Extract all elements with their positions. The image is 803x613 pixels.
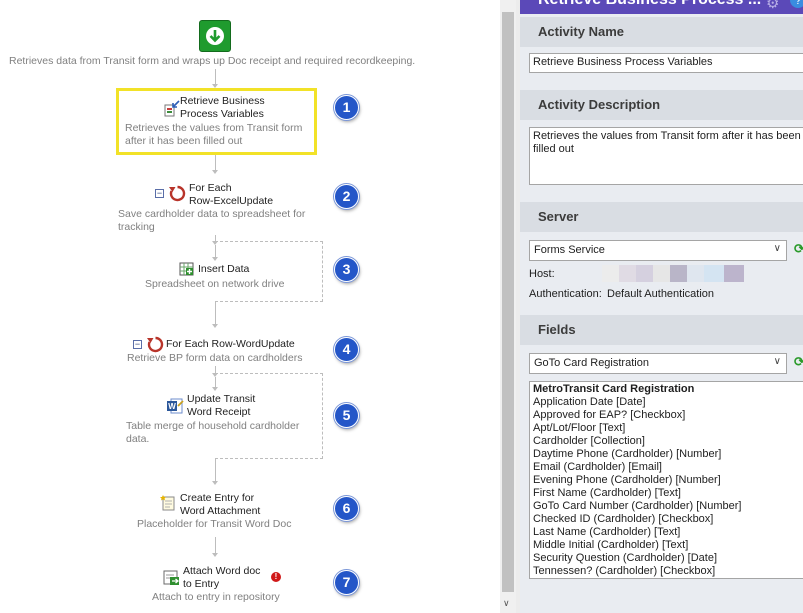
activity-retrieve-business-process-variables[interactable]: Retrieve Business Process Variables Retr… xyxy=(116,88,317,155)
activity-title[interactable]: For Each Row-WordUpdate xyxy=(166,338,295,351)
scrollbar-thumb[interactable] xyxy=(502,12,514,592)
help-icon[interactable]: ? xyxy=(790,0,803,8)
properties-panel: Retrieve Business Process ... ⚙ ? Activi… xyxy=(520,0,803,613)
activity-title[interactable]: Word Receipt xyxy=(187,406,250,419)
activity-description: data. xyxy=(126,433,150,445)
activity-description: after it has been filled out xyxy=(125,135,243,147)
server-heading: Server xyxy=(520,202,803,232)
fields-heading: Fields xyxy=(520,315,803,345)
fields-list-title[interactable]: MetroTransit Card Registration xyxy=(533,383,803,396)
step-badge-4: 4 xyxy=(334,337,359,362)
host-label: Host: xyxy=(529,268,555,280)
host-value-redacted xyxy=(602,265,744,282)
start-icon[interactable] xyxy=(199,20,231,52)
list-item[interactable]: Middle Initial (Cardholder) [Text] xyxy=(533,539,803,552)
step-badge-2: 2 xyxy=(334,184,359,209)
retrieve-variables-icon xyxy=(164,100,180,117)
activity-description: Attach to entry in repository xyxy=(152,591,280,603)
fields-list[interactable]: MetroTransit Card Registration Applicati… xyxy=(529,381,803,579)
start-description: Retrieves data from Transit form and wra… xyxy=(9,55,416,67)
step-badge-5: 5 xyxy=(334,403,359,428)
server-select-value: Forms Service xyxy=(534,244,605,256)
activity-title: Retrieve Business xyxy=(180,95,265,107)
activity-title[interactable]: Attach Word doc xyxy=(183,565,260,578)
list-item[interactable]: Email (Cardholder) [Email] xyxy=(533,461,803,474)
refresh-icon[interactable]: ⟳ xyxy=(794,354,803,370)
activity-description: tracking xyxy=(118,221,155,233)
list-item[interactable]: Application Date [Date] xyxy=(533,396,803,409)
chevron-down-icon: ∨ xyxy=(773,356,781,367)
list-item[interactable]: Checked ID (Cardholder) [Checkbox] xyxy=(533,513,803,526)
attach-document-icon xyxy=(163,570,180,585)
for-each-loop-icon xyxy=(169,185,186,202)
workflow-canvas[interactable]: Retrieves data from Transit form and wra… xyxy=(0,0,478,613)
list-item[interactable]: Evening Phone (Cardholder) [Number] xyxy=(533,474,803,487)
list-item[interactable]: Apt/Lot/Floor [Text] xyxy=(533,422,803,435)
list-item[interactable]: Daytime Phone (Cardholder) [Number] xyxy=(533,448,803,461)
step-badge-3: 3 xyxy=(334,257,359,282)
fields-select-value: GoTo Card Registration xyxy=(534,357,649,369)
refresh-icon[interactable]: ⟳ xyxy=(794,241,803,257)
authentication-value: Default Authentication xyxy=(607,288,715,300)
scroll-down-icon[interactable]: ∨ xyxy=(503,598,510,609)
activity-description: Retrieve BP form data on cardholders xyxy=(127,352,303,364)
list-item[interactable]: Security Question (Cardholder) [Date] xyxy=(533,552,803,565)
activity-description-input[interactable]: Retrieves the values from Transit form a… xyxy=(529,127,803,185)
chevron-down-icon: ∨ xyxy=(773,243,781,254)
gear-icon[interactable]: ⚙ xyxy=(766,0,779,12)
activity-title[interactable]: Word Attachment xyxy=(180,505,260,518)
activity-description: Spreadsheet on network drive xyxy=(145,278,285,290)
error-icon[interactable]: ! xyxy=(271,572,281,582)
fields-select[interactable]: GoTo Card Registration ∨ xyxy=(529,353,787,374)
svg-text:W: W xyxy=(168,402,176,411)
spreadsheet-insert-icon xyxy=(179,262,194,276)
activity-title[interactable]: to Entry xyxy=(183,578,219,591)
activity-description: Table merge of household cardholder xyxy=(126,420,300,432)
activity-description: Save cardholder data to spreadsheet for xyxy=(118,208,306,220)
activity-title[interactable]: Update Transit xyxy=(187,393,255,406)
activity-name-heading: Activity Name xyxy=(520,17,803,47)
list-item[interactable]: Approved for EAP? [Checkbox] xyxy=(533,409,803,422)
panel-scrollbar[interactable]: ∨ xyxy=(500,0,516,613)
create-entry-icon xyxy=(160,495,175,511)
activity-title[interactable]: Row-ExcelUpdate xyxy=(189,195,273,208)
panel-title: Retrieve Business Process ... xyxy=(538,0,761,9)
activity-title[interactable]: Create Entry for xyxy=(180,492,254,505)
step-badge-7: 7 xyxy=(334,570,359,595)
panel-header: Retrieve Business Process ... ⚙ ? xyxy=(520,0,803,14)
activity-title: Process Variables xyxy=(180,108,264,120)
step-badge-1: 1 xyxy=(334,95,359,120)
activity-name-input[interactable]: Retrieve Business Process Variables xyxy=(529,53,803,73)
activity-title[interactable]: For Each xyxy=(189,182,232,195)
activity-title[interactable]: Insert Data xyxy=(198,263,249,276)
list-item[interactable]: GoTo Card Number (Cardholder) [Number] xyxy=(533,500,803,513)
server-select[interactable]: Forms Service ∨ xyxy=(529,240,787,261)
list-item[interactable]: Last Name (Cardholder) [Text] xyxy=(533,526,803,539)
step-badge-6: 6 xyxy=(334,496,359,521)
authentication-label: Authentication: xyxy=(529,288,602,300)
list-item[interactable]: Cardholder [Collection] xyxy=(533,435,803,448)
word-document-icon: W xyxy=(167,398,184,414)
activity-description: Placeholder for Transit Word Doc xyxy=(137,518,292,530)
list-item[interactable]: Tennessen? (Cardholder) [Checkbox] xyxy=(533,565,803,578)
activity-description: Retrieves the values from Transit form xyxy=(125,122,303,134)
list-item[interactable]: First Name (Cardholder) [Text] xyxy=(533,487,803,500)
collapse-toggle[interactable]: − xyxy=(133,340,142,349)
collapse-toggle[interactable]: − xyxy=(155,189,164,198)
activity-description-heading: Activity Description xyxy=(520,90,803,120)
